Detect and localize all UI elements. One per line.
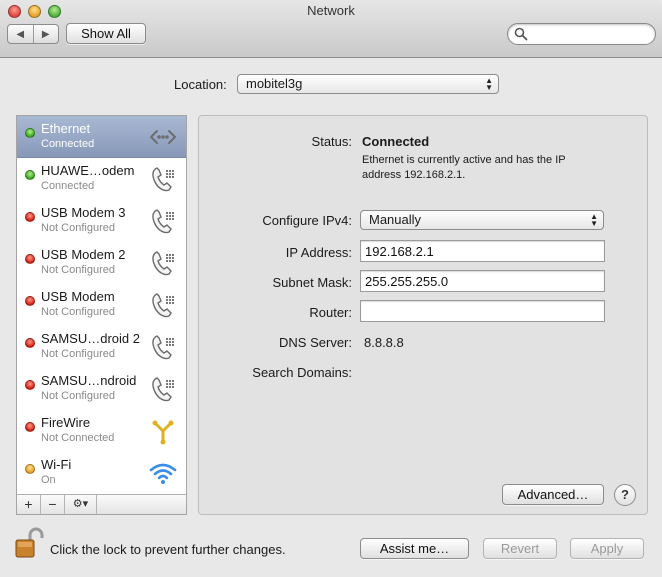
configure-ipv4-label: Configure IPv4: xyxy=(262,213,352,228)
service-item-0[interactable]: Ethernet Connected xyxy=(17,116,186,158)
service-status: Not Connected xyxy=(41,432,115,444)
phone-icon xyxy=(148,290,178,320)
forward-arrow-icon: ▶ xyxy=(41,28,50,40)
search-field[interactable] xyxy=(507,23,656,45)
service-list-footer: + − ⚙▾ xyxy=(17,494,186,514)
forward-button[interactable]: ▶ xyxy=(34,25,59,43)
status-red-icon xyxy=(25,296,35,306)
service-status: Not Configured xyxy=(41,306,115,318)
subnet-mask-field[interactable] xyxy=(360,270,605,292)
status-red-icon xyxy=(25,338,35,348)
status-red-icon xyxy=(25,422,35,432)
service-list: Ethernet Connected HUAWE…odem Connected USB … xyxy=(16,115,187,515)
location-label: Location: xyxy=(174,77,227,92)
service-status: Connected xyxy=(41,180,95,192)
service-status: Connected xyxy=(41,138,95,150)
service-name: USB Modem 2 xyxy=(41,247,126,262)
magnifier-icon xyxy=(514,27,528,41)
location-value: mobitel3g xyxy=(246,76,303,91)
wifi-icon xyxy=(148,458,178,488)
subnet-mask-label: Subnet Mask: xyxy=(272,275,353,290)
ip-address-label: IP Address: xyxy=(285,245,352,260)
service-name: USB Modem 3 xyxy=(41,205,126,220)
dns-server-value: 8.8.8.8 xyxy=(364,335,404,350)
service-item-6[interactable]: SAMSU…ndroid Not Configured xyxy=(17,368,186,410)
service-name: Ethernet xyxy=(41,121,91,136)
ip-address-field[interactable] xyxy=(360,240,605,262)
status-value: Connected xyxy=(362,134,430,149)
phone-icon xyxy=(148,374,178,404)
status-description-line1: Ethernet is currently active and has the… xyxy=(362,154,566,166)
service-item-1[interactable]: HUAWE…odem Connected xyxy=(17,158,186,200)
service-item-7[interactable]: FireWire Not Connected xyxy=(17,410,186,452)
service-item-8[interactable]: Wi-Fi On xyxy=(17,452,186,494)
search-domains-label: Search Domains: xyxy=(252,365,352,380)
service-name: SAMSU…ndroid xyxy=(41,373,137,388)
advanced-button[interactable]: Advanced… xyxy=(502,484,604,505)
service-name: USB Modem xyxy=(41,289,115,304)
back-arrow-icon: ◀ xyxy=(16,28,25,40)
location-popup[interactable]: mobitel3g ▲ ▼ xyxy=(237,74,499,94)
window-title: Network xyxy=(307,3,355,18)
window-toolbar: Network ◀ ▶ Show All xyxy=(0,0,662,58)
configure-ipv4-popup[interactable]: Manually ▲ ▼ xyxy=(360,210,604,230)
lock-icon[interactable] xyxy=(14,527,44,559)
service-item-5[interactable]: SAMSU…droid 2 Not Configured xyxy=(17,326,186,368)
help-button[interactable]: ? xyxy=(614,484,636,506)
popup-arrows-icon: ▲ ▼ xyxy=(485,76,493,92)
service-name: Wi-Fi xyxy=(41,457,72,472)
configure-ipv4-value: Manually xyxy=(369,212,422,227)
service-status: On xyxy=(41,474,56,486)
lock-message: Click the lock to prevent further change… xyxy=(50,542,286,557)
status-green-icon xyxy=(25,128,35,138)
show-all-button[interactable]: Show All xyxy=(66,23,146,44)
back-forward-control: ◀ ▶ xyxy=(7,24,59,44)
status-label: Status: xyxy=(311,134,352,149)
ethernet-icon xyxy=(148,122,178,152)
add-service-button[interactable]: + xyxy=(17,495,41,514)
router-field[interactable] xyxy=(360,300,605,322)
service-item-4[interactable]: USB Modem Not Configured xyxy=(17,284,186,326)
popup-arrows-icon: ▲ ▼ xyxy=(590,212,598,228)
service-status: Not Configured xyxy=(41,222,115,234)
service-name: FireWire xyxy=(41,415,91,430)
status-yellow-icon xyxy=(25,464,35,474)
remove-service-button[interactable]: − xyxy=(41,495,65,514)
status-red-icon xyxy=(25,254,35,264)
service-action-menu[interactable]: ⚙▾ xyxy=(65,495,97,514)
service-item-3[interactable]: USB Modem 2 Not Configured xyxy=(17,242,186,284)
dns-server-label: DNS Server: xyxy=(279,335,352,350)
apply-button[interactable]: Apply xyxy=(570,538,644,559)
status-green-icon xyxy=(25,170,35,180)
service-status: Not Configured xyxy=(41,264,115,276)
status-description-line2: address 192.168.2.1. xyxy=(362,169,466,181)
search-input[interactable] xyxy=(530,26,650,42)
phone-icon xyxy=(148,206,178,236)
service-status: Not Configured xyxy=(41,390,115,402)
service-item-2[interactable]: USB Modem 3 Not Configured xyxy=(17,200,186,242)
router-label: Router: xyxy=(309,305,352,320)
revert-button[interactable]: Revert xyxy=(483,538,557,559)
phone-icon xyxy=(148,164,178,194)
back-button[interactable]: ◀ xyxy=(8,25,34,43)
service-name: HUAWE…odem xyxy=(41,163,135,178)
status-red-icon xyxy=(25,212,35,222)
service-status: Not Configured xyxy=(41,348,115,360)
assist-me-button[interactable]: Assist me… xyxy=(360,538,469,559)
phone-icon xyxy=(148,248,178,278)
status-red-icon xyxy=(25,380,35,390)
firewire-icon xyxy=(148,416,178,446)
phone-icon xyxy=(148,332,178,362)
service-name: SAMSU…droid 2 xyxy=(41,331,140,346)
